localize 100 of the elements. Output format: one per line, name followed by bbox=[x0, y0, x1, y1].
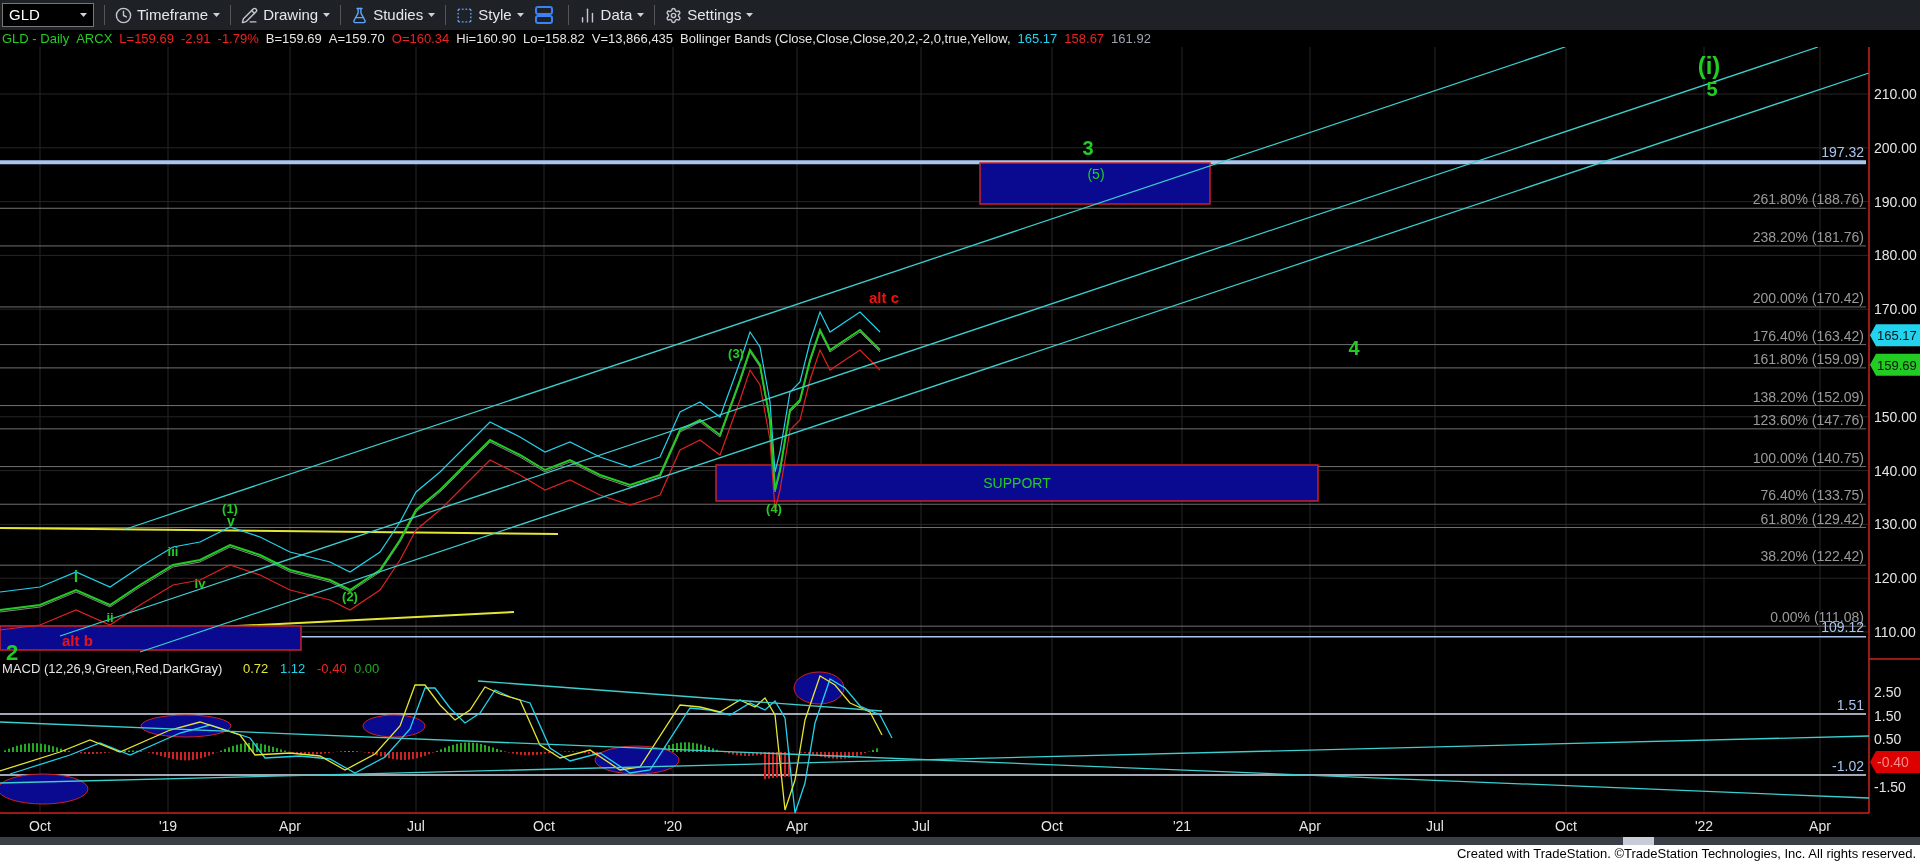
time-axis-label: '20 bbox=[663, 818, 683, 834]
time-axis-label: Oct bbox=[1041, 818, 1063, 834]
caret-icon bbox=[637, 13, 645, 17]
time-axis-label: '19 bbox=[158, 818, 178, 834]
time-axis-label: Apr bbox=[786, 818, 808, 834]
time-axis-label: Jul bbox=[407, 818, 425, 834]
caret-icon bbox=[746, 13, 754, 17]
toolbar-menu[interactable]: Studies bbox=[351, 3, 436, 27]
axis-label: 0.50 bbox=[1874, 731, 1902, 747]
wave-label: (4) bbox=[766, 501, 782, 516]
wave-label: (1) bbox=[222, 501, 238, 516]
zone-label: SUPPORT bbox=[983, 475, 1051, 491]
axis-label: 190.00 bbox=[1874, 193, 1917, 210]
caret-icon bbox=[428, 13, 436, 17]
caret-icon bbox=[323, 13, 331, 17]
axis-label: 130.00 bbox=[1874, 516, 1917, 533]
fibonacci-label: 76.40% (133.75) bbox=[1760, 487, 1864, 504]
settings-icon bbox=[665, 6, 683, 24]
footer-text: Created with TradeStation. ©TradeStation Technologies, Inc. All rights reserved. bbox=[1456, 844, 1916, 862]
axis-label: 210.00 bbox=[1874, 86, 1917, 102]
axis-label: 150.00 bbox=[1874, 408, 1917, 425]
wave-label: (2) bbox=[342, 589, 358, 604]
toolbar-menu[interactable]: Style bbox=[456, 3, 524, 27]
time-axis-label: Oct bbox=[29, 818, 51, 834]
time-axis-label: Oct bbox=[1555, 818, 1577, 834]
symbol-dropdown[interactable]: GLD bbox=[2, 3, 94, 27]
level-label: -1.02 bbox=[1832, 758, 1864, 774]
fibonacci-label: 38.20% (122.42) bbox=[1760, 548, 1864, 565]
legend-text: -2.91 bbox=[180, 29, 211, 48]
legend-text: B=159.69 bbox=[265, 29, 322, 48]
axis-label: 120.00 bbox=[1874, 570, 1917, 587]
fibonacci-label: 100.00% (140.75) bbox=[1752, 449, 1864, 466]
fibonacci-label: 138.20% (152.09) bbox=[1752, 388, 1864, 405]
highlight-ellipse bbox=[793, 671, 845, 705]
fibonacci-label: 261.80% (188.76) bbox=[1752, 191, 1864, 208]
time-axis-label: Oct bbox=[533, 818, 555, 834]
wave-label: v bbox=[227, 513, 235, 529]
caret-icon bbox=[213, 13, 221, 17]
zone-label: alt b bbox=[62, 632, 93, 649]
scrollbar-thumb[interactable] bbox=[1623, 837, 1654, 845]
wave-label: (i) bbox=[1697, 52, 1721, 79]
price-tag: 159.69 bbox=[1870, 353, 1920, 376]
indicator-value: -0.40 bbox=[317, 661, 347, 676]
wave-label: 4 bbox=[1348, 337, 1360, 359]
legend-text: 165.17 bbox=[1017, 29, 1058, 48]
fibonacci-label: 200.00% (170.42) bbox=[1752, 289, 1864, 306]
wave-label: iii bbox=[167, 544, 179, 559]
axis-label: 2.50 bbox=[1874, 684, 1902, 700]
indicator-value: 1.12 bbox=[280, 661, 306, 676]
legend-text: Lo=158.82 bbox=[522, 29, 585, 48]
time-axis-label: '21 bbox=[1172, 818, 1192, 834]
wave-label: 3 bbox=[1082, 137, 1094, 159]
price-tag: 165.17 bbox=[1870, 324, 1920, 347]
wave-label: 5 bbox=[1706, 78, 1718, 100]
wave-label: alt c bbox=[869, 289, 899, 306]
time-axis-label: '22 bbox=[1694, 818, 1714, 834]
axis-label: 140.00 bbox=[1874, 462, 1917, 479]
legend-text: -1.79% bbox=[217, 29, 259, 48]
legend-text: O=160.34 bbox=[391, 29, 450, 48]
wave-label: (3) bbox=[728, 346, 744, 361]
pencil-icon bbox=[241, 6, 259, 24]
indicator-value: 0.72 bbox=[243, 661, 269, 676]
time-axis-label: Apr bbox=[1299, 818, 1321, 834]
legend-text: Bollinger Bands (Close,Close,Close,20,2,-2,0,true,Yellow, bbox=[680, 29, 1011, 48]
axis-label: 110.00 bbox=[1874, 624, 1916, 640]
dashed-square-icon bbox=[456, 6, 474, 24]
time-axis-label: Jul bbox=[1426, 818, 1444, 834]
axis-label: 180.00 bbox=[1874, 247, 1917, 264]
time-axis-label: Apr bbox=[1809, 818, 1831, 834]
legend-text: A=159.70 bbox=[328, 29, 385, 48]
indicator-value: 0.00 bbox=[354, 661, 380, 676]
zone-label: (5) bbox=[1087, 166, 1105, 182]
toolbar-menu[interactable]: Drawing bbox=[241, 3, 331, 27]
axis-label: -1.50 bbox=[1874, 779, 1906, 795]
time-axis-label: Apr bbox=[279, 818, 301, 834]
fibonacci-label: 61.80% (129.42) bbox=[1760, 510, 1864, 527]
legend-text: GLD - Daily bbox=[2, 29, 70, 48]
legend-text: L=159.69 bbox=[119, 29, 174, 48]
axis-label: 200.00 bbox=[1874, 139, 1917, 156]
axis-label: 1.50 bbox=[1874, 708, 1902, 724]
toolbar-menu[interactable]: Settings bbox=[665, 3, 754, 27]
scrollbar[interactable] bbox=[0, 837, 1920, 845]
caret-icon bbox=[80, 13, 87, 17]
value-tag: -0.40 bbox=[1870, 751, 1920, 773]
legend-text: V=13,866,435 bbox=[591, 29, 674, 48]
flask-icon bbox=[351, 6, 369, 24]
toolbar-menu[interactable]: Timeframe bbox=[115, 3, 221, 27]
wave-label: i bbox=[73, 568, 79, 585]
legend-text: 161.92 bbox=[1111, 29, 1151, 48]
toolbar-menu[interactable]: Data bbox=[578, 3, 645, 27]
caret-icon bbox=[516, 13, 524, 17]
layout-icon[interactable] bbox=[533, 5, 554, 25]
level-label: 197.32 bbox=[1821, 144, 1864, 161]
legend-text: Hi=160.90 bbox=[456, 29, 516, 48]
indicator-title: MACD (12,26,9,Green,Red,DarkGray) bbox=[2, 661, 223, 676]
level-label: 1.51 bbox=[1836, 697, 1864, 713]
clock-icon bbox=[115, 6, 132, 24]
fibonacci-label: 238.20% (181.76) bbox=[1752, 228, 1864, 245]
fibonacci-label: 176.40% (163.42) bbox=[1752, 327, 1864, 344]
axis-label: 170.00 bbox=[1874, 301, 1917, 318]
